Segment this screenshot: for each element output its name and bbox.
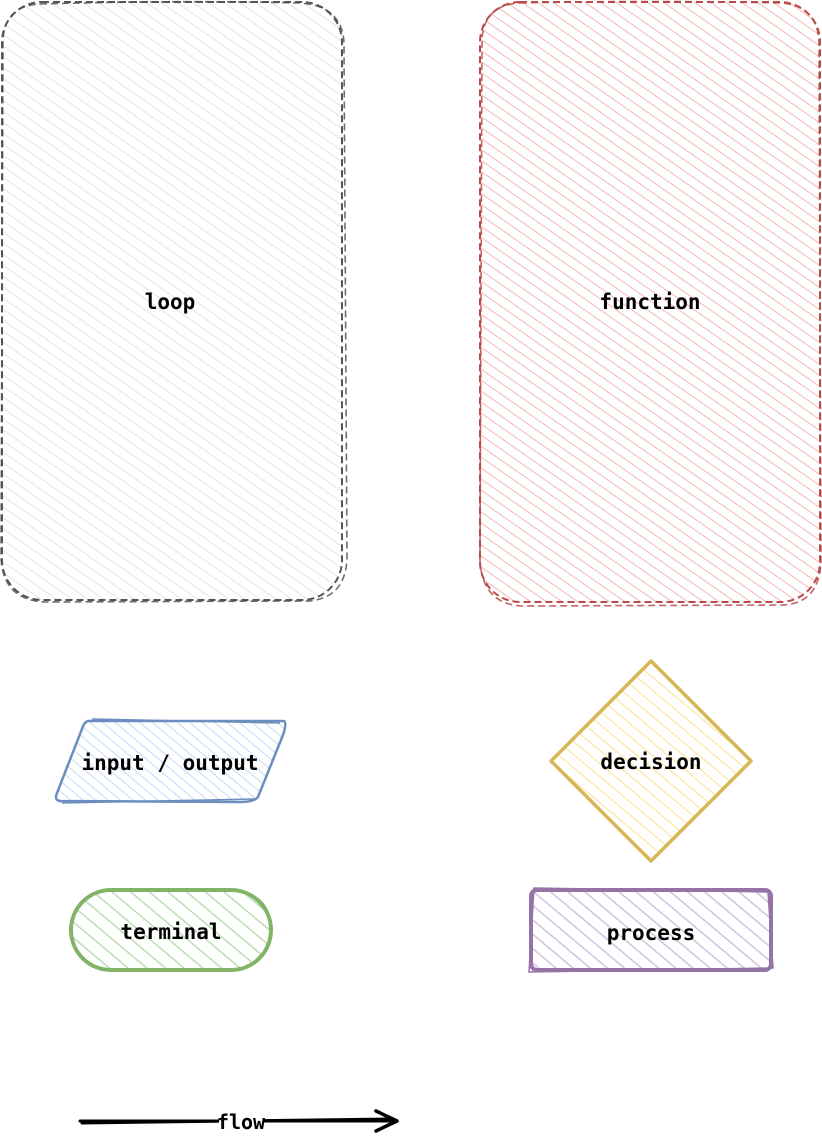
process-label: process <box>607 921 696 945</box>
decision-shape[interactable]: decision <box>549 659 753 863</box>
decision-label: decision <box>600 750 701 774</box>
flow-arrow[interactable]: flow <box>78 1109 399 1134</box>
function-shape[interactable]: function <box>479 0 822 607</box>
terminal-label: terminal <box>120 920 221 944</box>
loop-label: loop <box>145 290 196 314</box>
flow-label: flow <box>217 1110 266 1134</box>
process-shape[interactable]: process <box>528 887 774 973</box>
input-output-shape[interactable]: input / output <box>54 718 287 804</box>
loop-shape[interactable]: loop <box>0 0 348 603</box>
terminal-shape[interactable]: terminal <box>69 888 273 972</box>
flowchart-legend-diagram: loop function input / output decision te… <box>0 0 822 1134</box>
function-label: function <box>599 290 700 314</box>
input-output-label: input / output <box>81 751 258 775</box>
